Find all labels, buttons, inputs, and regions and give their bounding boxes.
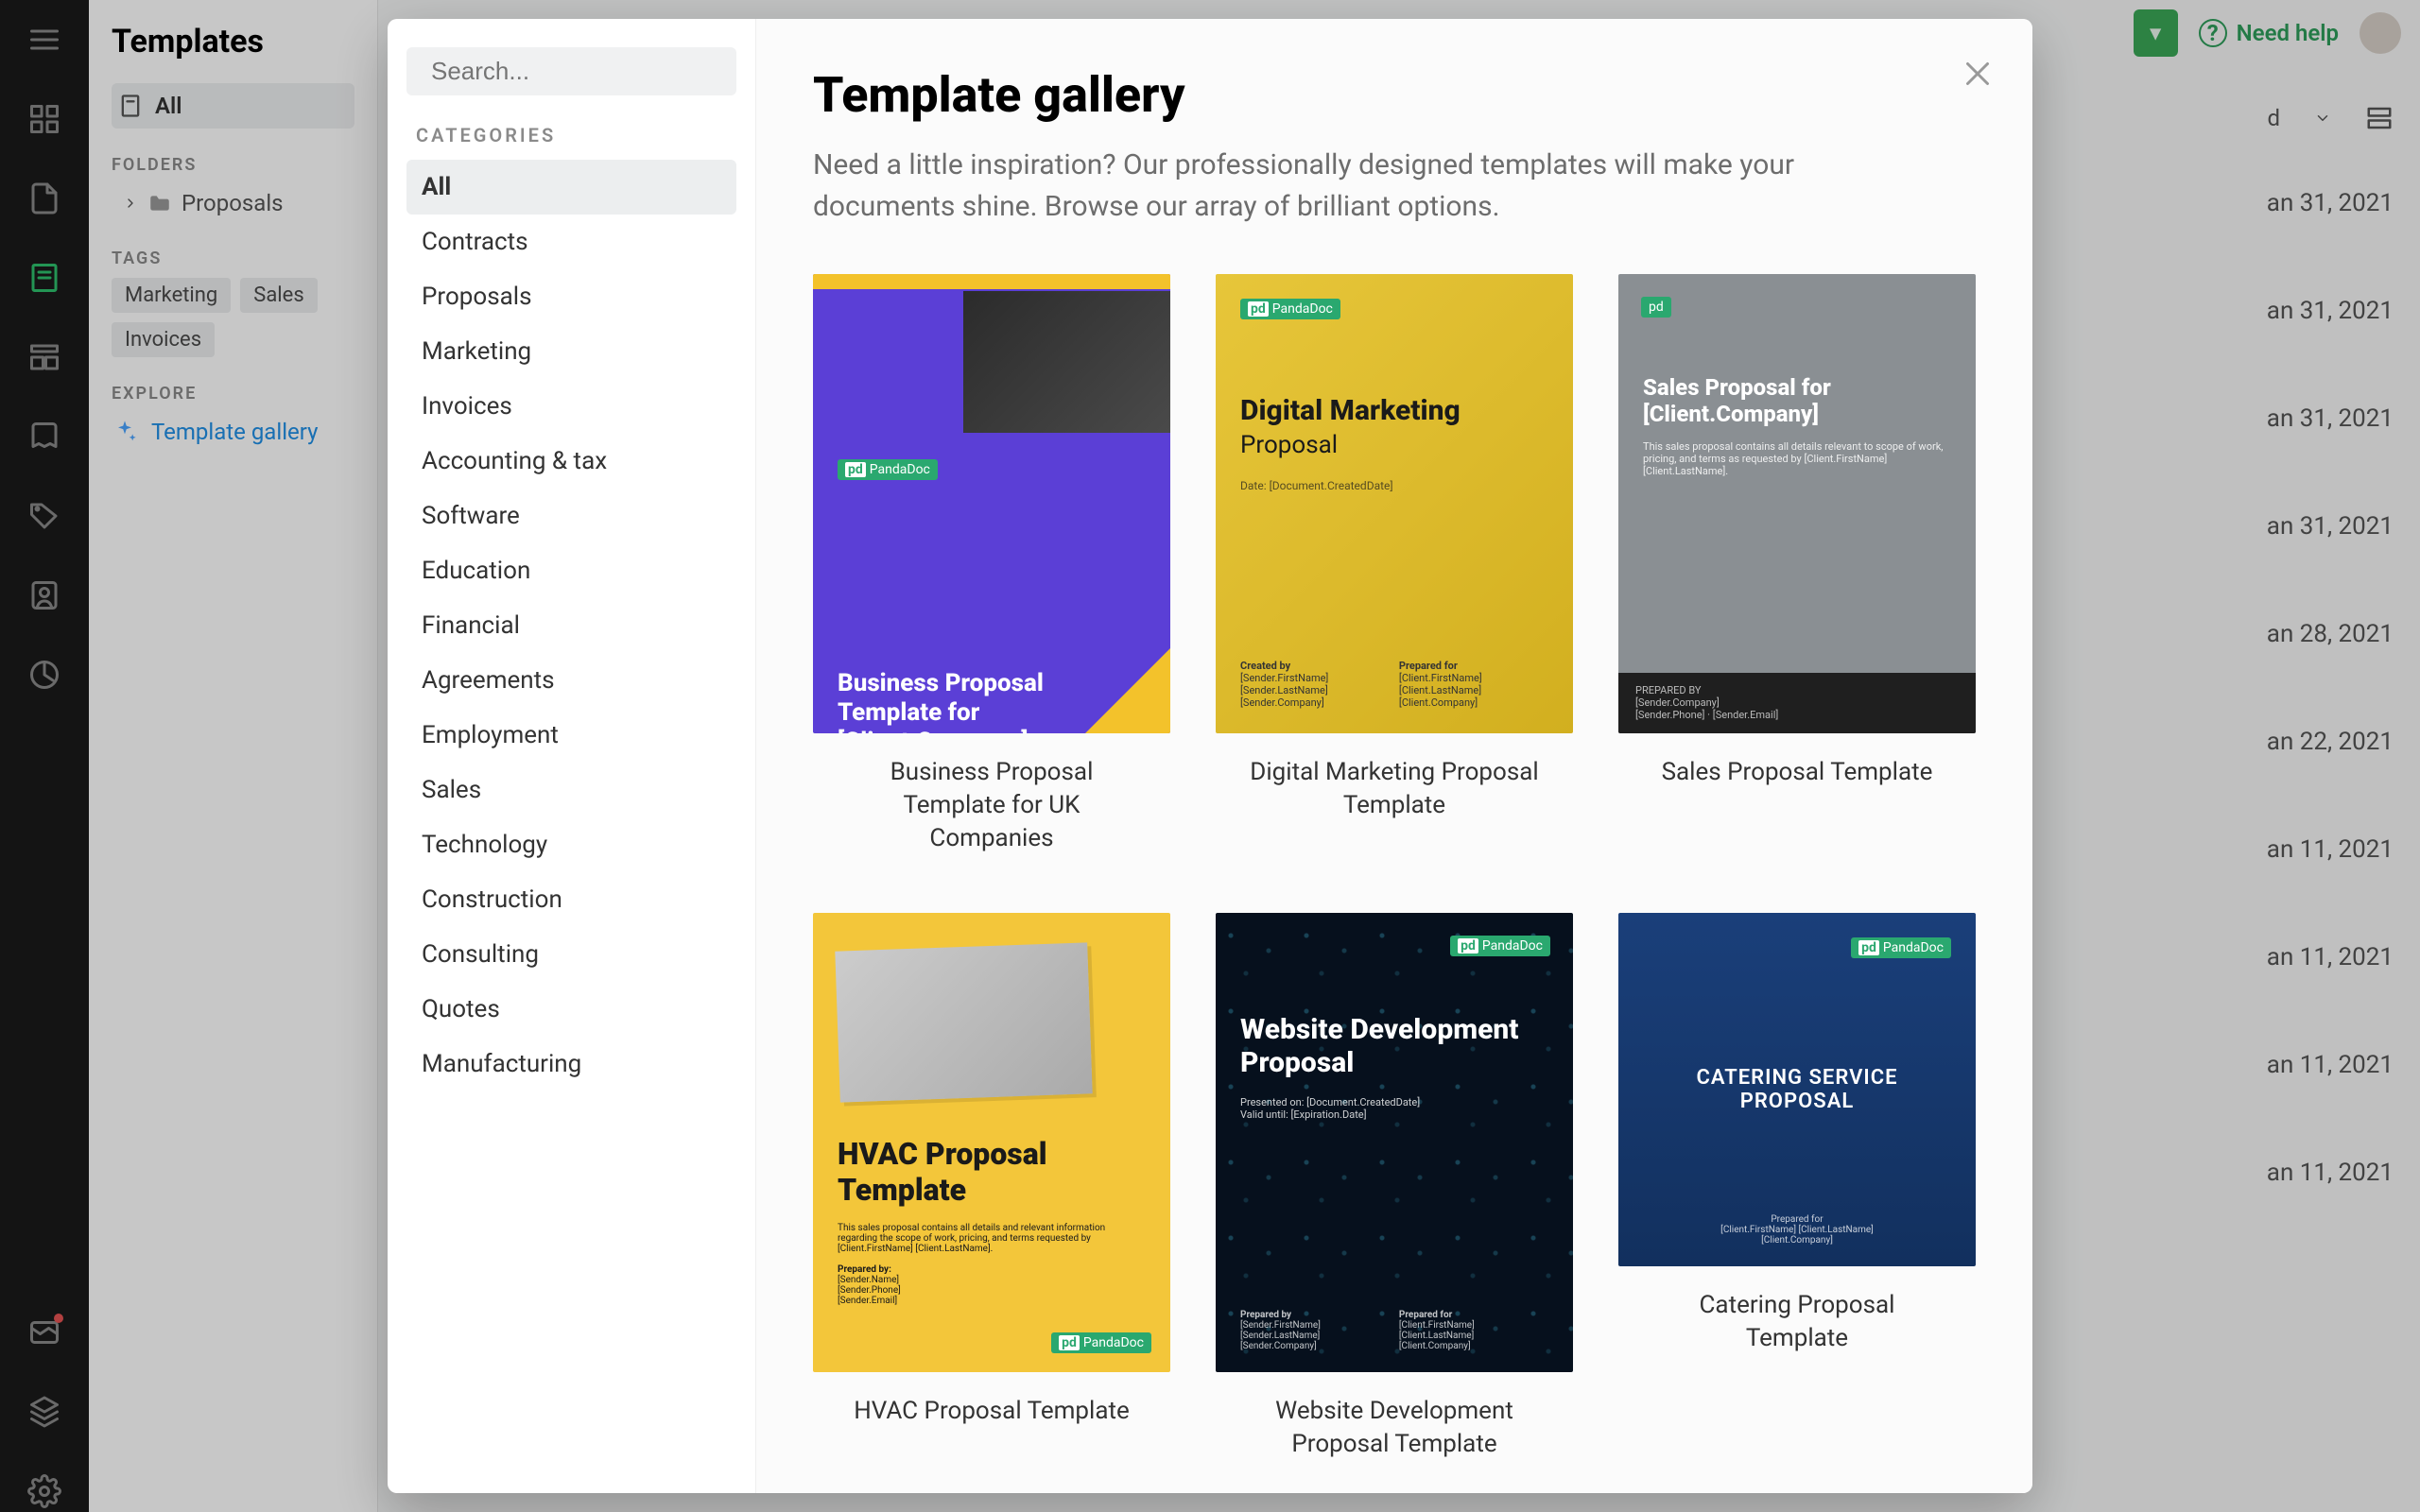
brand-badge: pdPandaDoc <box>1450 936 1550 956</box>
template-card[interactable]: pdPandaDoc CATERING SERVICE PROPOSAL Pre… <box>1618 913 1976 1461</box>
template-card[interactable]: pdPandaDoc Digital MarketingProposal Dat… <box>1216 274 1573 856</box>
category-item[interactable]: Contracts <box>406 215 736 269</box>
template-title: Website Development Proposal Template <box>1243 1395 1546 1461</box>
modal-sidebar: CATEGORIES AllContractsProposalsMarketin… <box>388 19 756 1493</box>
brand-badge: pdPandaDoc <box>838 459 938 480</box>
category-item[interactable]: Employment <box>406 708 736 763</box>
thumb-heading: HVAC Proposal Template <box>838 1136 1146 1208</box>
thumb-small-text: Created by[Sender.FirstName] [Sender.Las… <box>1240 660 1548 709</box>
thumb-heading: Digital MarketingProposal <box>1240 395 1548 460</box>
category-item[interactable]: All <box>406 160 736 215</box>
template-thumbnail: pdPandaDoc Business Proposal Template fo… <box>813 274 1170 733</box>
template-thumbnail: pdPandaDoc Website Development Proposal … <box>1216 913 1573 1372</box>
search-field[interactable] <box>406 47 736 95</box>
template-title: HVAC Proposal Template <box>854 1395 1130 1428</box>
brand-badge: pdPandaDoc <box>1240 299 1340 319</box>
category-item[interactable]: Financial <box>406 598 736 653</box>
template-title: Digital Marketing Proposal Template <box>1243 756 1546 822</box>
thumb-heading: CATERING SERVICE PROPOSAL <box>1643 1066 1951 1113</box>
category-item[interactable]: Technology <box>406 817 736 872</box>
template-card[interactable]: HVAC Proposal Template This sales propos… <box>813 913 1170 1461</box>
template-card[interactable]: pdPandaDoc Website Development Proposal … <box>1216 913 1573 1461</box>
thumb-heading: Sales Proposal for [Client.Company] <box>1643 374 1951 427</box>
brand-badge: pdPandaDoc <box>1851 937 1951 958</box>
template-card[interactable]: pdPandaDoc Business Proposal Template fo… <box>813 274 1170 856</box>
template-thumbnail: pdPandaDoc CATERING SERVICE PROPOSAL Pre… <box>1618 913 1976 1266</box>
modal-title: Template gallery <box>813 66 1976 124</box>
template-grid: pdPandaDoc Business Proposal Template fo… <box>813 274 1976 1461</box>
category-item[interactable]: Software <box>406 489 736 543</box>
thumb-small-text: Prepared by[Sender.FirstName] [Sender.La… <box>1240 1310 1548 1351</box>
template-title: Sales Proposal Template <box>1662 756 1933 789</box>
category-item[interactable]: Consulting <box>406 927 736 982</box>
category-item[interactable]: Education <box>406 543 736 598</box>
thumb-small-text: This sales proposal contains all details… <box>838 1223 1146 1306</box>
category-item[interactable]: Sales <box>406 763 736 817</box>
modal-overlay[interactable]: CATEGORIES AllContractsProposalsMarketin… <box>0 0 2420 1512</box>
search-input[interactable] <box>431 57 748 86</box>
category-item[interactable]: Manufacturing <box>406 1037 736 1091</box>
categories-list: AllContractsProposalsMarketingInvoicesAc… <box>406 160 736 1091</box>
brand-badge: pd <box>1641 297 1671 318</box>
modal-content: Template gallery Need a little inspirati… <box>756 19 2032 1493</box>
template-thumbnail: HVAC Proposal Template This sales propos… <box>813 913 1170 1372</box>
thumb-small-text: Prepared for[Client.FirstName] [Client.L… <box>1618 1214 1976 1246</box>
template-title: Catering Proposal Template <box>1646 1289 1948 1355</box>
thumb-heading: Website Development Proposal <box>1240 1013 1548 1079</box>
thumb-small-text: PREPARED BY[Sender.Company][Sender.Phone… <box>1618 673 1976 733</box>
template-gallery-modal: CATEGORIES AllContractsProposalsMarketin… <box>388 19 2032 1493</box>
categories-heading: CATEGORIES <box>416 124 727 146</box>
template-thumbnail: pdPandaDoc Digital MarketingProposal Dat… <box>1216 274 1573 733</box>
category-item[interactable]: Proposals <box>406 269 736 324</box>
close-button[interactable] <box>1961 57 1995 94</box>
category-item[interactable]: Agreements <box>406 653 736 708</box>
category-item[interactable]: Marketing <box>406 324 736 379</box>
category-item[interactable]: Accounting & tax <box>406 434 736 489</box>
category-item[interactable]: Quotes <box>406 982 736 1037</box>
category-item[interactable]: Construction <box>406 872 736 927</box>
modal-subtitle: Need a little inspiration? Our professio… <box>813 145 1815 227</box>
template-title: Business Proposal Template for UK Compan… <box>840 756 1143 855</box>
category-item[interactable]: Invoices <box>406 379 736 434</box>
brand-badge: pdPandaDoc <box>1051 1332 1151 1353</box>
template-card[interactable]: pd Sales Proposal for [Client.Company] T… <box>1618 274 1976 856</box>
template-thumbnail: pd Sales Proposal for [Client.Company] T… <box>1618 274 1976 733</box>
